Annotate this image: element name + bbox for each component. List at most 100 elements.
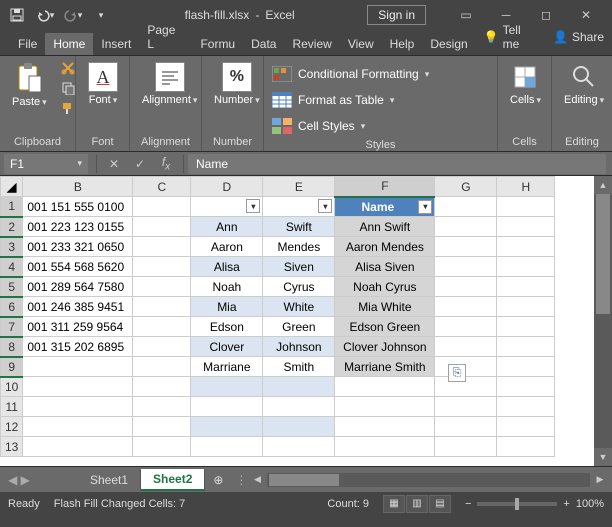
tab-data[interactable]: Data: [243, 33, 284, 55]
cell[interactable]: Aaron Mendes: [335, 237, 435, 257]
name-box[interactable]: F1▾: [4, 154, 88, 174]
cell[interactable]: [335, 417, 435, 437]
cancel-formula-icon[interactable]: ✕: [101, 157, 127, 171]
cell[interactable]: [497, 337, 555, 357]
alignment-button[interactable]: Alignment ▾: [138, 60, 201, 108]
sheet-tab[interactable]: Sheet1: [78, 470, 141, 490]
cell[interactable]: 001 311 259 9564: [23, 317, 133, 337]
cell[interactable]: [497, 197, 555, 217]
cell[interactable]: [133, 197, 191, 217]
cells-button[interactable]: Cells ▾: [506, 60, 545, 108]
cell[interactable]: [497, 277, 555, 297]
cell[interactable]: [263, 377, 335, 397]
cell[interactable]: [435, 417, 497, 437]
row-header[interactable]: 12: [1, 417, 23, 437]
horizontal-scrollbar[interactable]: ⋮ ◀ ▶: [231, 473, 612, 487]
cell[interactable]: [133, 377, 191, 397]
tab-file[interactable]: File: [10, 33, 45, 55]
col-header[interactable]: C: [133, 177, 191, 197]
tell-me-button[interactable]: 💡Tell me: [476, 19, 545, 55]
undo-icon[interactable]: ▾: [34, 4, 56, 26]
cell[interactable]: Swift: [263, 217, 335, 237]
cell[interactable]: 001 223 123 0155: [23, 217, 133, 237]
font-button[interactable]: A Font ▾: [84, 60, 122, 108]
cell[interactable]: Clover: [191, 337, 263, 357]
cell[interactable]: Green: [263, 317, 335, 337]
cell[interactable]: Marriane Smith: [335, 357, 435, 377]
cell[interactable]: [435, 237, 497, 257]
spreadsheet-grid[interactable]: ◢ B C D E F G H 1001 151 555 0100First▾L…: [0, 176, 555, 457]
cell[interactable]: Ann: [191, 217, 263, 237]
tab-design[interactable]: Design: [422, 33, 475, 55]
cell[interactable]: [133, 277, 191, 297]
cell[interactable]: [497, 237, 555, 257]
col-header[interactable]: E: [263, 177, 335, 197]
row-header[interactable]: 6: [1, 297, 23, 317]
conditional-formatting-button[interactable]: Conditional Formatting ▾: [272, 64, 429, 84]
tab-formulas[interactable]: Formu: [192, 33, 243, 55]
row-header[interactable]: 9: [1, 357, 23, 377]
cell[interactable]: [435, 437, 497, 457]
sign-in-button[interactable]: Sign in: [367, 5, 426, 25]
cell[interactable]: 001 554 568 5620: [23, 257, 133, 277]
cell[interactable]: Marriane: [191, 357, 263, 377]
cell[interactable]: [497, 317, 555, 337]
vertical-scrollbar[interactable]: ▲ ▼: [594, 176, 612, 466]
filter-dropdown-icon[interactable]: ▾: [318, 199, 332, 213]
cell[interactable]: [133, 417, 191, 437]
cell[interactable]: [497, 297, 555, 317]
tab-review[interactable]: Review: [284, 33, 339, 55]
cell[interactable]: Alisa: [191, 257, 263, 277]
share-button[interactable]: 👤Share: [545, 26, 612, 48]
page-break-view-icon[interactable]: ▤: [429, 495, 451, 513]
cell[interactable]: [133, 317, 191, 337]
cell[interactable]: [23, 437, 133, 457]
tab-help[interactable]: Help: [382, 33, 423, 55]
cell[interactable]: [191, 417, 263, 437]
row-header[interactable]: 2: [1, 217, 23, 237]
row-header[interactable]: 10: [1, 377, 23, 397]
row-header[interactable]: 4: [1, 257, 23, 277]
cell[interactable]: [497, 437, 555, 457]
cell[interactable]: [23, 377, 133, 397]
cell[interactable]: [263, 437, 335, 457]
number-button[interactable]: % Number ▾: [210, 60, 264, 108]
row-header[interactable]: 7: [1, 317, 23, 337]
format-painter-icon[interactable]: [59, 100, 77, 116]
cell[interactable]: 001 233 321 0650: [23, 237, 133, 257]
row-header[interactable]: 5: [1, 277, 23, 297]
scroll-left-icon[interactable]: ◀: [249, 474, 265, 485]
flash-fill-options-icon[interactable]: ⎘: [448, 364, 466, 382]
cell[interactable]: [497, 217, 555, 237]
col-header[interactable]: H: [497, 177, 555, 197]
cell[interactable]: Mia White: [335, 297, 435, 317]
cell[interactable]: 001 289 564 7580: [23, 277, 133, 297]
cell[interactable]: Aaron: [191, 237, 263, 257]
col-header[interactable]: G: [435, 177, 497, 197]
row-header[interactable]: 11: [1, 397, 23, 417]
cell[interactable]: [435, 277, 497, 297]
scroll-right-icon[interactable]: ▶: [592, 474, 608, 485]
scroll-thumb[interactable]: [269, 474, 339, 486]
cell[interactable]: 001 246 385 9451: [23, 297, 133, 317]
cell[interactable]: Clover Johnson: [335, 337, 435, 357]
cell[interactable]: [335, 397, 435, 417]
format-as-table-button[interactable]: Format as Table ▾: [272, 90, 429, 110]
row-header[interactable]: 3: [1, 237, 23, 257]
tab-view[interactable]: View: [340, 33, 382, 55]
cell[interactable]: [191, 437, 263, 457]
cell[interactable]: [497, 417, 555, 437]
cell[interactable]: 001 315 202 6895: [23, 337, 133, 357]
editing-button[interactable]: Editing ▾: [560, 60, 608, 108]
col-header[interactable]: D: [191, 177, 263, 197]
paste-button[interactable]: Paste ▾: [8, 60, 51, 110]
cell[interactable]: [133, 257, 191, 277]
cell[interactable]: [133, 357, 191, 377]
cell[interactable]: Edson Green: [335, 317, 435, 337]
zoom-out-icon[interactable]: −: [465, 498, 471, 510]
cell[interactable]: [435, 217, 497, 237]
cell[interactable]: [133, 297, 191, 317]
cell[interactable]: [263, 417, 335, 437]
zoom-in-icon[interactable]: +: [563, 498, 569, 510]
cell[interactable]: [435, 317, 497, 337]
